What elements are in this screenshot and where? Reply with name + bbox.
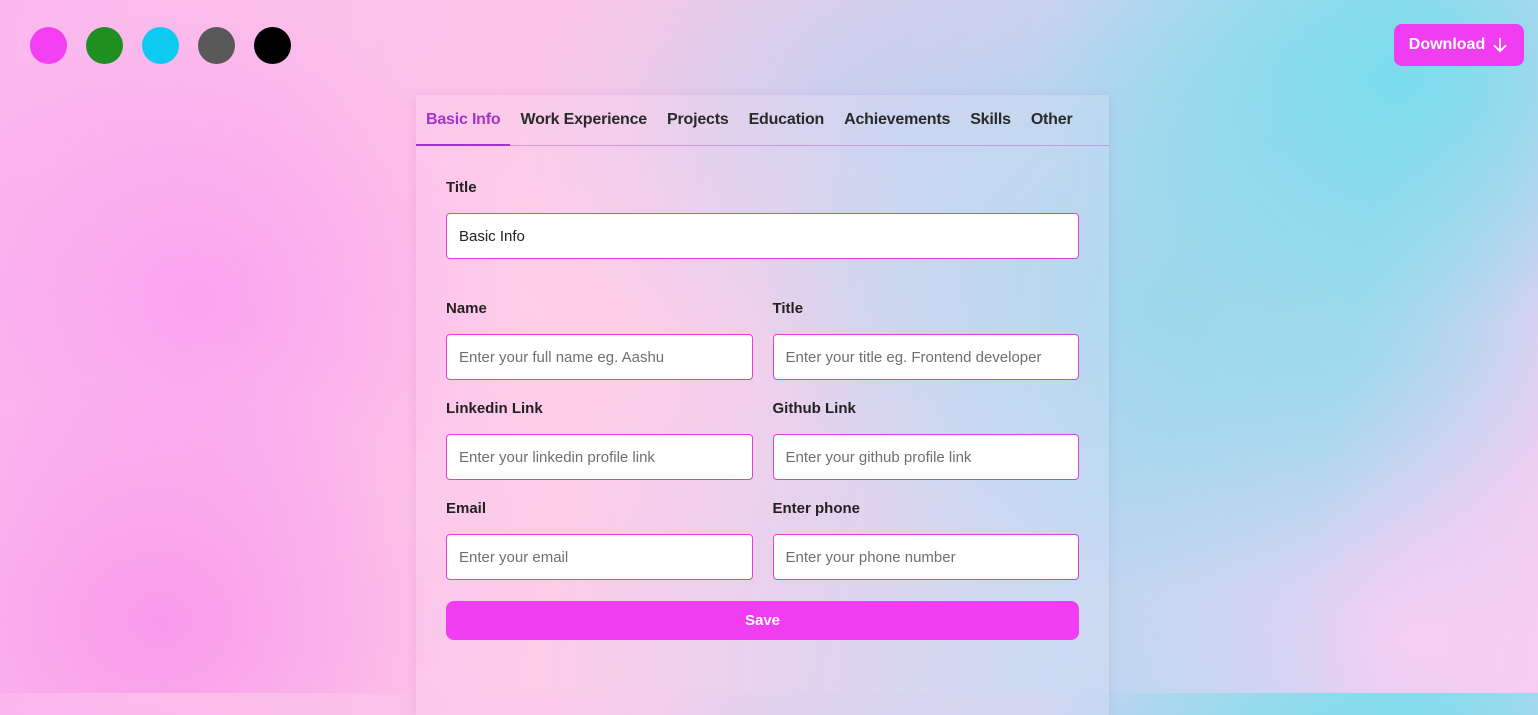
color-swatch-black[interactable] [254, 27, 291, 64]
email-input[interactable] [446, 534, 753, 580]
tab-skills[interactable]: Skills [960, 95, 1021, 145]
linkedin-input[interactable] [446, 434, 753, 480]
editor-panel: Basic Info Work Experience Projects Educ… [416, 95, 1109, 715]
github-label: Github Link [772, 400, 856, 417]
color-swatch-green[interactable] [86, 27, 123, 64]
github-input[interactable] [772, 434, 1079, 480]
tab-work-experience[interactable]: Work Experience [510, 95, 657, 145]
color-swatch-cyan[interactable] [142, 27, 179, 64]
tab-basic-info[interactable]: Basic Info [416, 95, 511, 146]
name-label: Name [446, 300, 487, 317]
phone-label: Enter phone [772, 500, 861, 517]
color-palette [30, 27, 291, 64]
email-label: Email [446, 500, 487, 517]
tab-education[interactable]: Education [739, 95, 835, 145]
section-tabs: Basic Info Work Experience Projects Educ… [416, 95, 1109, 146]
name-input[interactable] [446, 334, 753, 380]
basic-info-form: Title Name Title Linkedin Link Github Li… [416, 179, 1109, 640]
arrow-down-icon [1493, 37, 1507, 53]
phone-input[interactable] [772, 534, 1079, 580]
color-swatch-magenta[interactable] [30, 27, 67, 64]
linkedin-label: Linkedin Link [446, 400, 543, 417]
section-title-input[interactable] [446, 213, 1079, 259]
section-title-label: Title [446, 179, 477, 196]
download-label: Download [1408, 36, 1486, 53]
tab-other[interactable]: Other [1021, 95, 1083, 145]
download-button[interactable]: Download [1394, 24, 1524, 66]
title-label: Title [772, 300, 804, 317]
color-swatch-gray[interactable] [198, 27, 235, 64]
tab-achievements[interactable]: Achievements [834, 95, 960, 145]
title-input[interactable] [772, 334, 1079, 380]
save-button[interactable]: Save [446, 601, 1079, 640]
tab-projects[interactable]: Projects [657, 95, 739, 145]
